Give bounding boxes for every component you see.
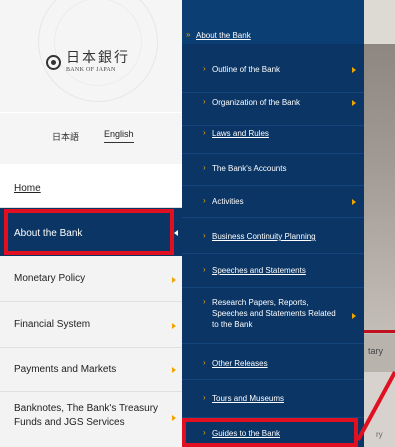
logo-japanese: 日本銀行: [66, 50, 130, 66]
submenu-item-label: Laws and Rules: [212, 129, 269, 138]
bank-logo-icon: [46, 54, 61, 70]
bank-logo[interactable]: 日本銀行 BANK OF JAPAN: [46, 50, 130, 74]
expand-arrow-icon: [352, 313, 356, 319]
submenu-item-label: Business Continuity Planning: [212, 232, 316, 241]
submenu-item-laws[interactable]: › Laws and Rules: [182, 126, 364, 154]
submenu-item-label: Research Papers, Reports, Speeches and S…: [212, 298, 336, 329]
chevron-right-icon: ›: [203, 196, 206, 205]
submenu-item-tours[interactable]: › Tours and Museums: [182, 380, 364, 418]
background-photo: [364, 44, 395, 334]
logo-text: 日本銀行 BANK OF JAPAN: [66, 50, 130, 74]
background-accent-bar: [364, 330, 395, 333]
submenu-item-label: Other Releases: [212, 359, 268, 368]
submenu-item-label: Activities: [212, 197, 244, 206]
expand-arrow-icon: [352, 67, 356, 73]
chevron-left-icon: [174, 230, 178, 236]
chevron-right-icon: ›: [203, 97, 206, 106]
highlight-box-guides: [182, 418, 358, 447]
double-chevron-right-icon: »: [186, 30, 191, 39]
expand-arrow-icon: [352, 100, 356, 106]
chevron-right-icon: [172, 367, 176, 373]
language-english-link[interactable]: English: [104, 129, 134, 143]
nav-item-payments-and-markets[interactable]: Payments and Markets: [0, 348, 182, 392]
nav-item-label: Payments and Markets: [14, 364, 117, 375]
language-japanese-link[interactable]: 日本語: [52, 130, 79, 143]
submenu-item-accounts[interactable]: › The Bank's Accounts: [182, 154, 364, 186]
chevron-right-icon: ›: [203, 297, 206, 306]
logo-area: 日本銀行 BANK OF JAPAN: [0, 0, 182, 112]
chevron-right-icon: ›: [203, 265, 206, 274]
chevron-right-icon: ›: [203, 358, 206, 367]
submenu-item-label: Outline of the Bank: [212, 65, 281, 74]
nav-item-label: Banknotes, The Bank's Treasury Funds and…: [14, 403, 159, 428]
submenu-item-label: The Bank's Accounts: [212, 164, 287, 173]
chevron-right-icon: ›: [203, 393, 206, 402]
nav-item-monetary-policy[interactable]: Monetary Policy: [0, 256, 182, 302]
expand-arrow-icon: [352, 199, 356, 205]
submenu-item-activities[interactable]: › Activities: [182, 186, 364, 218]
submenu-item-other-releases[interactable]: › Other Releases: [182, 344, 364, 380]
chevron-right-icon: ›: [203, 163, 206, 172]
chevron-right-icon: [172, 323, 176, 329]
chevron-right-icon: [172, 277, 176, 283]
nav-item-financial-system[interactable]: Financial System: [0, 302, 182, 348]
nav-item-label: Monetary Policy: [14, 273, 86, 284]
chevron-right-icon: ›: [203, 128, 206, 137]
submenu-item-business-continuity[interactable]: › Business Continuity Planning: [182, 218, 364, 254]
background-header: [364, 0, 395, 44]
home-item: Home: [0, 164, 182, 208]
chevron-right-icon: ›: [203, 231, 206, 240]
nav-item-banknotes[interactable]: Banknotes, The Bank's Treasury Funds and…: [0, 392, 182, 447]
chevron-right-icon: [172, 415, 176, 421]
chevron-right-icon: ›: [203, 64, 206, 73]
submenu-item-label: Organization of the Bank: [212, 98, 301, 107]
language-switcher: 日本語 English: [0, 112, 182, 164]
submenu-header-link[interactable]: About the Bank: [196, 31, 251, 40]
page-background-content: tary ry: [364, 0, 395, 447]
submenu-item-organization[interactable]: › Organization of the Bank: [182, 80, 364, 126]
logo-english: BANK OF JAPAN: [66, 67, 116, 73]
background-text-lower: ry: [376, 430, 383, 439]
home-link[interactable]: Home: [14, 183, 41, 194]
submenu-item-speeches[interactable]: › Speeches and Statements: [182, 254, 364, 288]
about-the-bank-submenu: » About the Bank › Outline of the Bank ›…: [182, 0, 364, 447]
submenu-item-label: Speeches and Statements: [212, 266, 306, 275]
nav-item-label: Financial System: [14, 319, 91, 330]
submenu-item-label: Tours and Museums: [212, 394, 285, 403]
submenu-header: » About the Bank: [182, 0, 364, 44]
submenu-item-research-papers[interactable]: › Research Papers, Reports, Speeches and…: [182, 288, 364, 344]
background-text: tary: [368, 346, 384, 356]
highlight-box-about: [4, 209, 174, 255]
